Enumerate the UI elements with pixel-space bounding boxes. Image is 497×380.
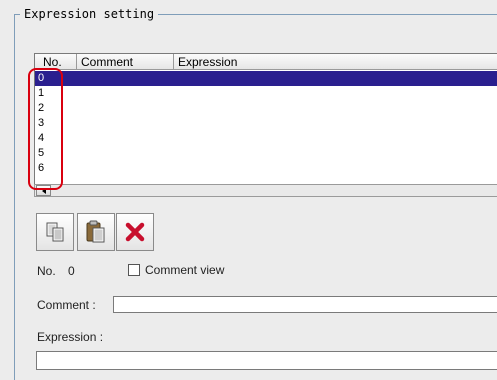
list-row-5[interactable]: 5 [35,146,497,161]
delete-button[interactable] [116,213,154,251]
paste-button[interactable] [77,213,115,251]
list-row-2[interactable]: 2 [35,101,497,116]
expression-input[interactable] [36,351,497,370]
list-header: No. Comment Expression [35,54,497,71]
paste-icon [86,220,105,243]
list-row-6[interactable]: 6 [35,161,497,176]
list-row-1[interactable]: 1 [35,86,497,101]
list-row-3[interactable]: 3 [35,116,497,131]
group-frame-left [14,14,15,380]
highlight-box [28,68,63,190]
list-row-0[interactable]: 0 [35,71,497,86]
column-header-comment[interactable]: Comment [77,54,174,70]
comment-input[interactable] [113,296,497,313]
list-row-4[interactable]: 4 [35,131,497,146]
delete-icon [125,222,145,242]
column-header-expression[interactable]: Expression [174,54,497,70]
no-label: No. [37,264,56,278]
no-value: 0 [68,264,75,278]
copy-button[interactable] [36,213,74,251]
comment-view-label: Comment view [145,263,225,277]
horizontal-scrollbar[interactable] [34,184,497,197]
expression-list[interactable]: No. Comment Expression 0 1 2 3 4 5 6 [34,53,497,185]
comment-label: Comment : [37,298,96,312]
copy-icon [46,222,64,242]
group-title: Expression setting [20,7,159,21]
expression-label: Expression : [37,330,104,344]
comment-view-checkbox[interactable] [128,264,140,276]
